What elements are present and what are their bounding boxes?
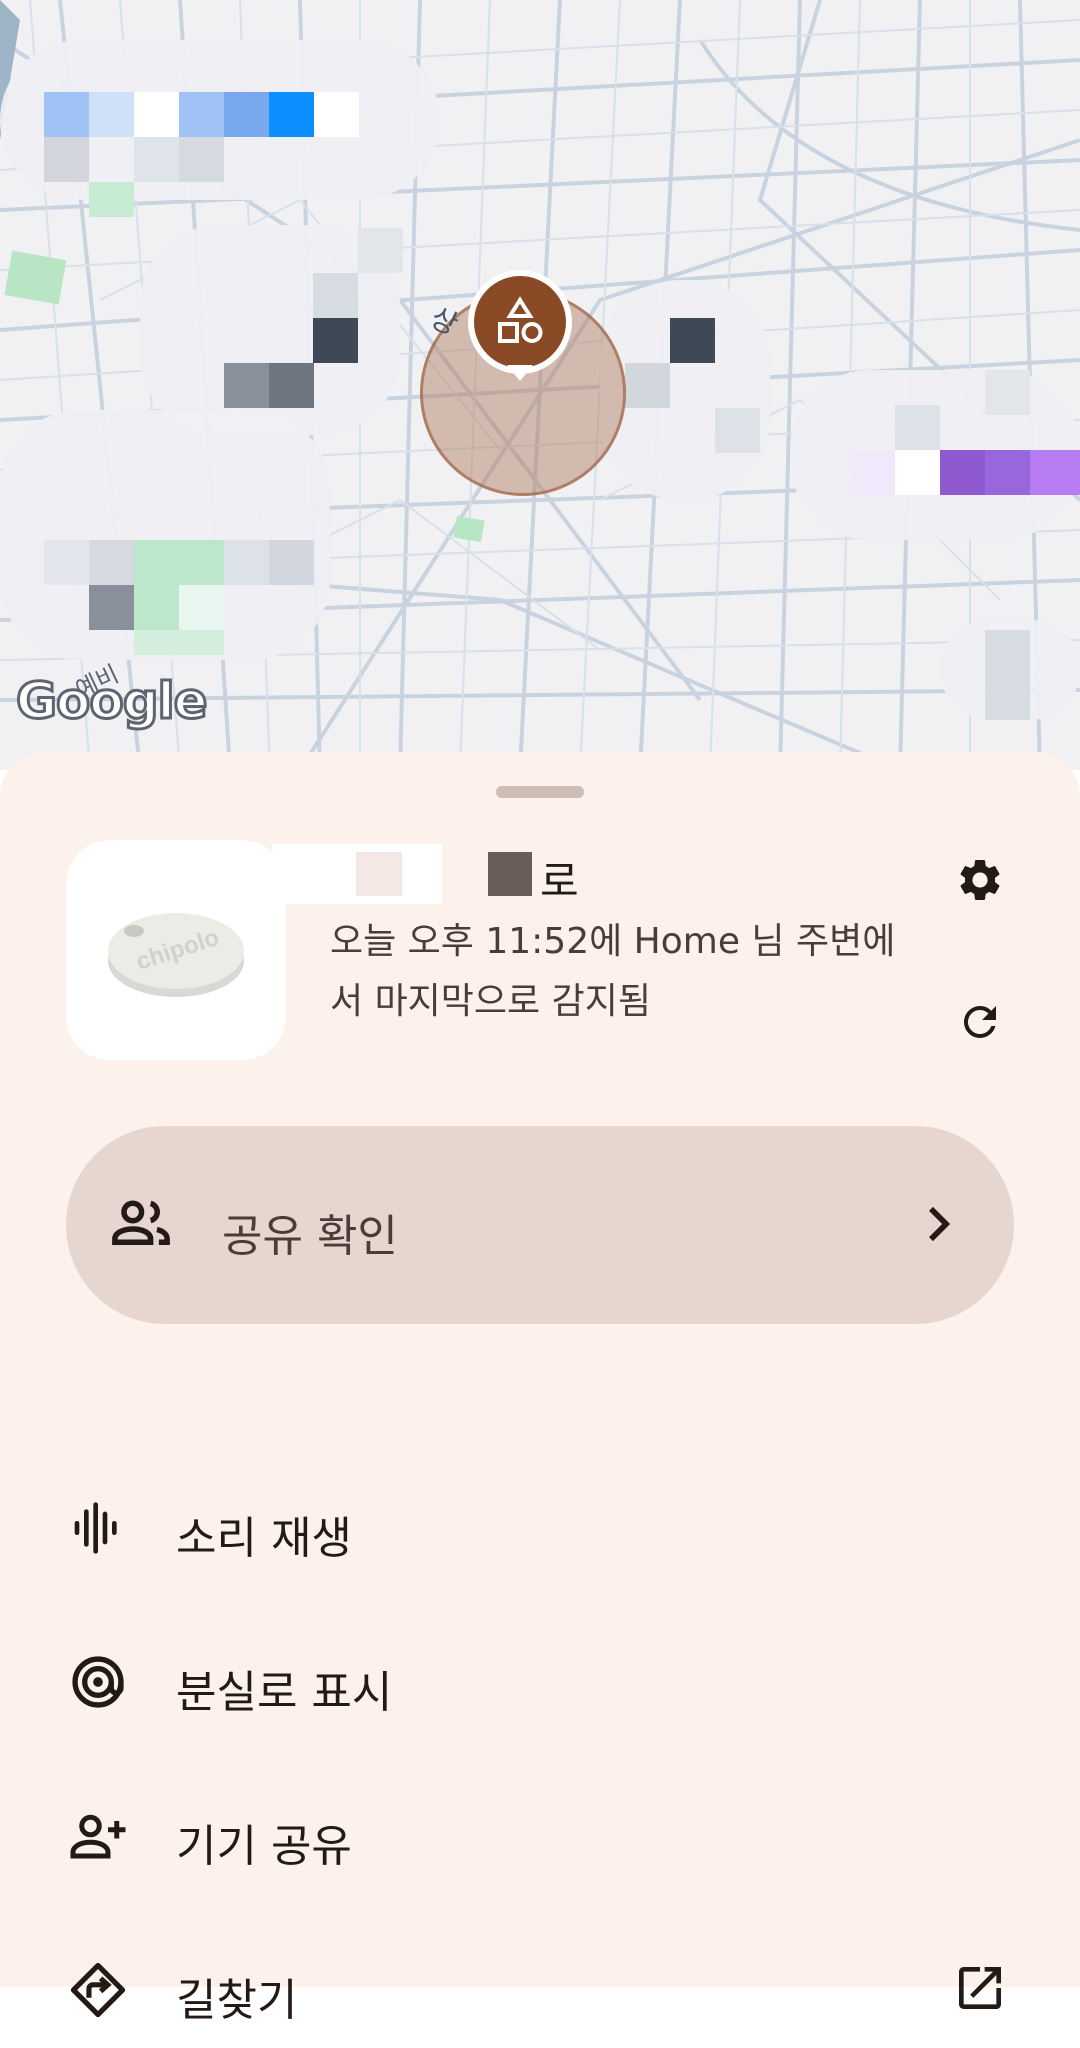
play-sound-item[interactable]: 소리 재생: [0, 1466, 1080, 1586]
at-target-icon: [72, 1656, 124, 1708]
chevron-right-icon: [929, 1206, 951, 1242]
share-check-button[interactable]: 공유 확인: [66, 1126, 1014, 1324]
marker-pointer: [507, 365, 533, 381]
google-logo: Google: [15, 671, 210, 732]
add-person-icon: [70, 1814, 126, 1859]
gear-icon: [960, 859, 1000, 900]
sound-wave-icon: [74, 1502, 117, 1554]
name-redaction: [488, 852, 532, 896]
mark-as-lost-item[interactable]: 분실로 표시: [0, 1620, 1080, 1740]
directions-label: 길찾기: [176, 1975, 298, 2026]
open-external-icon: [959, 1967, 1001, 2009]
drag-handle[interactable]: [496, 786, 584, 798]
refresh-button[interactable]: [950, 992, 1010, 1052]
map-view[interactable]: 상 예비 Google: [0, 0, 1080, 770]
device-image: chipolo: [66, 840, 286, 1060]
refresh-icon: [963, 1005, 996, 1038]
device-location-marker[interactable]: [468, 270, 572, 374]
mark-as-lost-label: 분실로 표시: [176, 1667, 393, 1718]
name-redaction: [356, 852, 402, 896]
play-sound-label: 소리 재생: [176, 1513, 352, 1564]
people-icon: [112, 1200, 170, 1245]
share-device-label: 기기 공유: [176, 1821, 352, 1872]
open-external-button[interactable]: [952, 1960, 1008, 2020]
shapes-icon: [498, 296, 543, 343]
device-bottom-sheet: chipolo 로 오늘 오후 11:52에 Home 님 주변에서 마지막으로…: [0, 752, 1080, 2026]
device-name: 로: [540, 857, 579, 906]
directions-icon: [70, 1962, 126, 2018]
share-check-label: 공유 확인: [222, 1211, 398, 1262]
share-device-item[interactable]: 기기 공유: [0, 1774, 1080, 1894]
last-seen-text: 오늘 오후 11:52에 Home 님 주변에서 마지막으로 감지됨: [330, 921, 896, 1022]
settings-button[interactable]: [950, 850, 1010, 910]
chipolo-tag-icon: chipolo: [108, 913, 244, 997]
directions-item[interactable]: 길찾기: [0, 1928, 1080, 2048]
